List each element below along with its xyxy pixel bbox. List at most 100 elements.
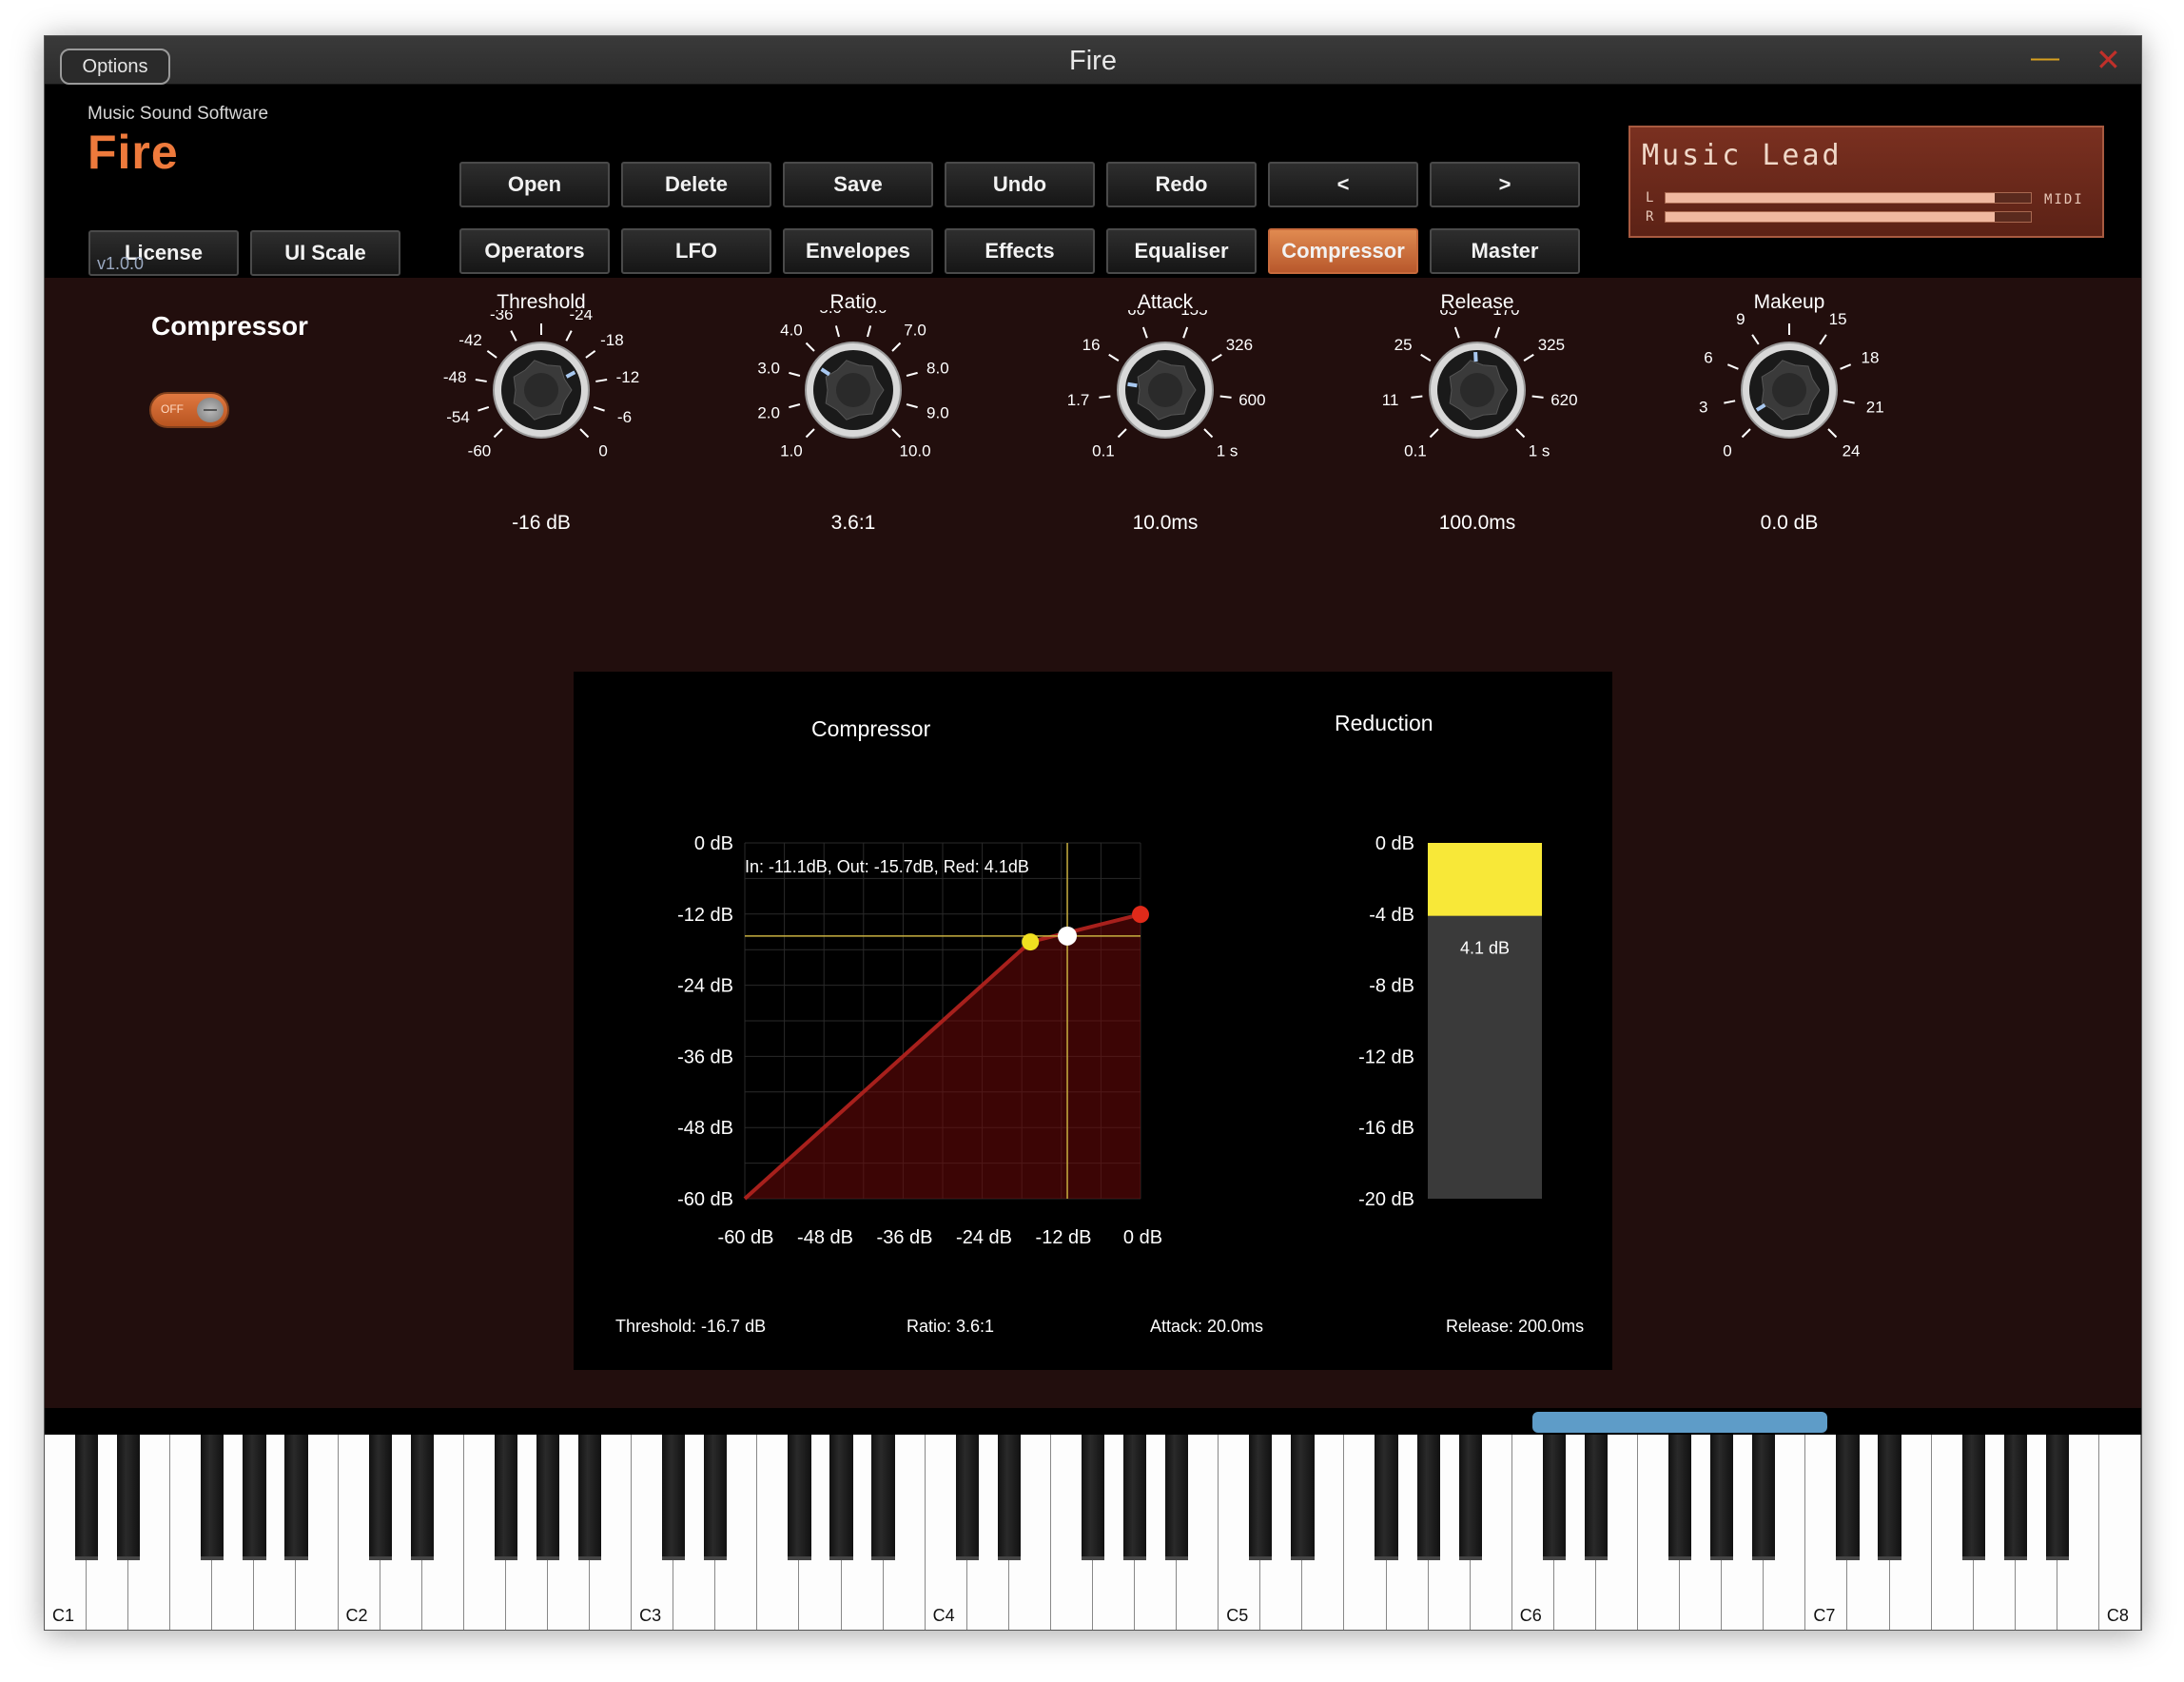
black-key[interactable] — [2045, 1435, 2069, 1560]
save-button[interactable]: Save — [783, 162, 933, 207]
tab-equaliser[interactable]: Equaliser — [1106, 228, 1257, 274]
piano-keyboard[interactable]: C1 C2 C3 C4 C5 C6 C7 C8 — [45, 1408, 2141, 1630]
minimize-icon[interactable]: — — [2031, 44, 2059, 74]
close-icon[interactable]: ✕ — [2096, 45, 2121, 75]
black-key[interactable] — [1458, 1435, 1482, 1560]
knob-tick-label: 1 s — [1529, 442, 1550, 460]
black-key[interactable] — [829, 1435, 853, 1560]
knob-tick — [1819, 334, 1827, 345]
compressor-enable-toggle[interactable]: OFF — [149, 392, 229, 428]
knob-dial[interactable]: 1.0 2.0 3.0 4.0 5.0 6.0 7.0 8.0 9.0 10.0 — [739, 310, 967, 500]
reduction-tick-label: -8 dB — [1369, 976, 1414, 997]
x-tick-label: -60 dB — [718, 1227, 774, 1248]
knob-tick — [1203, 428, 1214, 439]
black-key[interactable] — [536, 1435, 560, 1560]
undo-button[interactable]: Undo — [945, 162, 1095, 207]
previous-patch-button[interactable]: < — [1268, 162, 1418, 207]
black-key[interactable] — [368, 1435, 392, 1560]
black-key[interactable] — [577, 1435, 602, 1560]
knob-tick-label: 155 — [1180, 310, 1207, 319]
x-tick-label: -36 dB — [877, 1227, 933, 1248]
header: Music Sound Software Fire License UI Sca… — [45, 85, 2141, 277]
black-key[interactable] — [1667, 1435, 1692, 1560]
tab-effects[interactable]: Effects — [945, 228, 1095, 274]
tab-master[interactable]: Master — [1430, 228, 1580, 274]
black-key[interactable] — [1122, 1435, 1147, 1560]
black-key[interactable] — [117, 1435, 141, 1560]
threshold-point[interactable] — [1022, 933, 1040, 951]
open-button[interactable]: Open — [459, 162, 610, 207]
current-level-point — [1058, 926, 1078, 946]
tab-operators[interactable]: Operators — [459, 228, 610, 274]
y-tick-label: -36 dB — [677, 1046, 733, 1067]
knob-tick-label: 10.0 — [900, 442, 931, 460]
ratio-point[interactable] — [1132, 906, 1149, 924]
black-key[interactable] — [74, 1435, 99, 1560]
knob-value: 100.0ms — [1438, 512, 1516, 534]
black-key[interactable] — [201, 1435, 224, 1560]
knob-tick-label: 0 — [598, 442, 607, 460]
y-tick-label: -60 dB — [677, 1189, 733, 1210]
redo-button[interactable]: Redo — [1106, 162, 1257, 207]
knob-tick-label: 1.0 — [780, 442, 803, 460]
y-tick-label: -12 dB — [677, 905, 733, 926]
knob-tick-label: -60 — [468, 442, 492, 460]
knob-tick — [891, 342, 902, 352]
meter-left — [1665, 192, 2032, 204]
threshold-knob-group: Threshold-60-54-48-42-36-30-24-18-12-60-… — [427, 291, 655, 538]
knob-tick-label: 60 — [1127, 310, 1145, 319]
black-key[interactable] — [1416, 1435, 1440, 1560]
tab-envelopes[interactable]: Envelopes — [783, 228, 933, 274]
knob-dial[interactable]: 0.1 1.7 16 60 155 326 600 1 s — [1051, 310, 1279, 500]
tab-lfo[interactable]: LFO — [621, 228, 771, 274]
black-key[interactable] — [1961, 1435, 1985, 1560]
black-key[interactable] — [1375, 1435, 1398, 1560]
knob-dial[interactable]: 0 3 6 9 12 15 18 21 24 — [1675, 310, 1903, 500]
delete-button[interactable]: Delete — [621, 162, 771, 207]
knob-tick-label: 2.0 — [757, 403, 780, 421]
black-key[interactable] — [1542, 1435, 1566, 1560]
black-key[interactable] — [704, 1435, 728, 1560]
knob-tick-label: 7.0 — [904, 321, 926, 339]
black-key[interactable] — [410, 1435, 434, 1560]
knob-tick — [1494, 326, 1501, 339]
black-key[interactable] — [871, 1435, 895, 1560]
y-tick-label: 0 dB — [694, 833, 733, 854]
black-key[interactable] — [1836, 1435, 1860, 1560]
black-key[interactable] — [1249, 1435, 1273, 1560]
black-key[interactable] — [662, 1435, 686, 1560]
keyboard-scroll-thumb[interactable] — [1532, 1412, 1827, 1433]
black-key[interactable] — [284, 1435, 308, 1560]
knob-tick-label: 5.0 — [819, 310, 842, 317]
knob-tick-label: 0.1 — [1092, 442, 1115, 460]
x-tick-label: -12 dB — [1036, 1227, 1092, 1248]
x-tick-label: -24 dB — [956, 1227, 1012, 1248]
black-key[interactable] — [1752, 1435, 1776, 1560]
next-patch-button[interactable]: > — [1430, 162, 1580, 207]
black-key[interactable] — [1081, 1435, 1105, 1560]
white-key[interactable]: C8 — [2098, 1435, 2141, 1630]
black-key[interactable] — [955, 1435, 979, 1560]
black-key[interactable] — [1165, 1435, 1189, 1560]
plugin-window: Options Fire — ✕ Music Sound Software Fi… — [44, 35, 2142, 1631]
reduction-meter-fill — [1428, 843, 1542, 916]
ui-scale-button[interactable]: UI Scale — [250, 230, 400, 276]
black-key[interactable] — [1878, 1435, 1901, 1560]
knob-dial[interactable]: -60-54-48-42-36-30-24-18-12-60 — [427, 310, 655, 500]
black-key[interactable] — [997, 1435, 1021, 1560]
knob-tick — [1724, 400, 1736, 404]
black-key[interactable] — [494, 1435, 517, 1560]
black-key[interactable] — [788, 1435, 811, 1560]
knob-dial[interactable]: 0.1 11 25 65 170 325 620 1 s — [1363, 310, 1591, 500]
keys-area[interactable]: C1 C2 C3 C4 C5 C6 C7 C8 — [45, 1435, 2141, 1630]
octave-label: C1 — [52, 1606, 75, 1625]
knob-tick-label: 6.0 — [865, 310, 887, 317]
transfer-curve-graph: In: -11.1dB, Out: -15.7dB, Red: 4.1dB 0 d… — [677, 833, 1542, 1248]
black-key[interactable] — [1291, 1435, 1315, 1560]
black-key[interactable] — [2003, 1435, 2027, 1560]
black-key[interactable] — [243, 1435, 266, 1560]
reduction-tick-label: -4 dB — [1369, 905, 1414, 926]
black-key[interactable] — [1710, 1435, 1734, 1560]
black-key[interactable] — [1584, 1435, 1609, 1560]
tab-compressor[interactable]: Compressor — [1268, 228, 1418, 274]
